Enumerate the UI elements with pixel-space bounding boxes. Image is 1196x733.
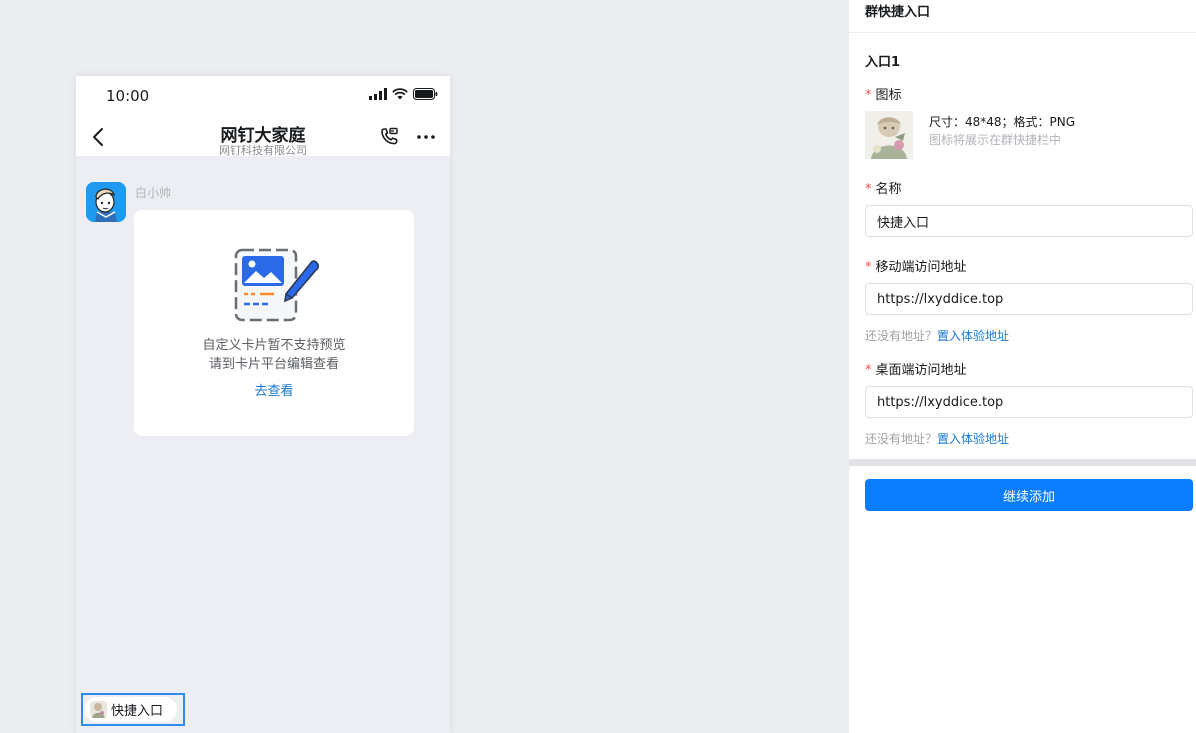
required-mark: *: [865, 182, 872, 197]
desktop-url-label-text: 桌面端访问地址: [875, 363, 967, 378]
entry-title: 入口1: [865, 55, 901, 70]
required-mark: *: [865, 260, 872, 275]
card-view-link[interactable]: 去查看: [134, 380, 414, 399]
shortcut-thumbnail-icon: [90, 701, 107, 718]
phone-icon: [381, 127, 398, 145]
status-icons: [369, 88, 438, 100]
desktop-url-hint-prefix: 还没有地址？: [865, 432, 938, 446]
shortcut-label: 快捷入口: [111, 704, 164, 719]
battery-icon: [413, 88, 438, 100]
status-bar: 10:00: [76, 76, 450, 116]
call-button[interactable]: [378, 126, 400, 148]
signal-icon: [369, 88, 387, 100]
mobile-url-insert-link[interactable]: 置入体验地址: [937, 329, 1009, 343]
panel-title: 群快捷入口: [865, 5, 931, 20]
panel-divider: [849, 32, 1196, 33]
mobile-url-label-text: 移动端访问地址: [875, 260, 967, 275]
icon-spec-text: 尺寸：48*48；格式：PNG: [929, 115, 1076, 129]
name-field-label-text: 名称: [875, 182, 902, 197]
status-time: 10:00: [106, 87, 150, 105]
avatar-illustration: [86, 182, 126, 222]
continue-add-button[interactable]: 继续添加: [865, 479, 1193, 511]
mobile-url-hint: 还没有地址？置入体验地址: [865, 327, 1009, 344]
name-input[interactable]: [865, 205, 1193, 237]
shortcut-highlight: 快捷入口: [81, 693, 185, 726]
icon-hint-text: 图标将展示在群快捷栏中: [929, 133, 1062, 147]
mobile-url-label: * 移动端访问地址: [865, 256, 967, 275]
sender-avatar[interactable]: [86, 182, 126, 222]
desktop-url-label: * 桌面端访问地址: [865, 359, 967, 378]
wifi-icon: [392, 88, 408, 100]
desktop-url-hint: 还没有地址？置入体验地址: [865, 430, 1009, 447]
uploaded-image-icon: [865, 111, 913, 159]
required-mark: *: [865, 88, 872, 103]
mobile-url-input[interactable]: [865, 283, 1193, 315]
section-separator: [849, 459, 1196, 466]
card-unsupported-text: 自定义卡片暂不支持预览: [202, 338, 346, 353]
card-edit-illustration: [234, 248, 320, 322]
shortcut-chip[interactable]: 快捷入口: [85, 697, 177, 722]
mobile-url-hint-prefix: 还没有地址？: [865, 329, 938, 343]
name-field-label: * 名称: [865, 178, 902, 197]
more-button[interactable]: [416, 126, 436, 148]
sender-name: 白小帅: [135, 186, 172, 200]
card-edit-hint: 请到卡片平台编辑查看: [208, 357, 339, 372]
desktop-url-insert-link[interactable]: 置入体验地址: [937, 432, 1009, 446]
icon-field-label-text: 图标: [875, 88, 902, 103]
settings-panel: 群快捷入口 入口1 * 图标 尺寸：48*48；格式：PNG 图标将展示在群快捷栏…: [849, 0, 1196, 733]
icon-field-label: * 图标: [865, 84, 902, 103]
desktop-url-input[interactable]: [865, 386, 1193, 418]
message-card[interactable]: 自定义卡片暂不支持预览 请到卡片平台编辑查看 去查看: [134, 210, 414, 436]
required-mark: *: [865, 363, 872, 378]
more-icon: [417, 135, 435, 139]
chat-navbar: 网钉大家庭 网钉科技有限公司: [76, 116, 450, 157]
icon-upload-thumbnail[interactable]: [865, 111, 913, 159]
phone-preview: 10:00 网钉大家庭 网钉科技有限公司 白小帅 自定义卡片暂不支持预览 请到卡…: [76, 76, 450, 733]
